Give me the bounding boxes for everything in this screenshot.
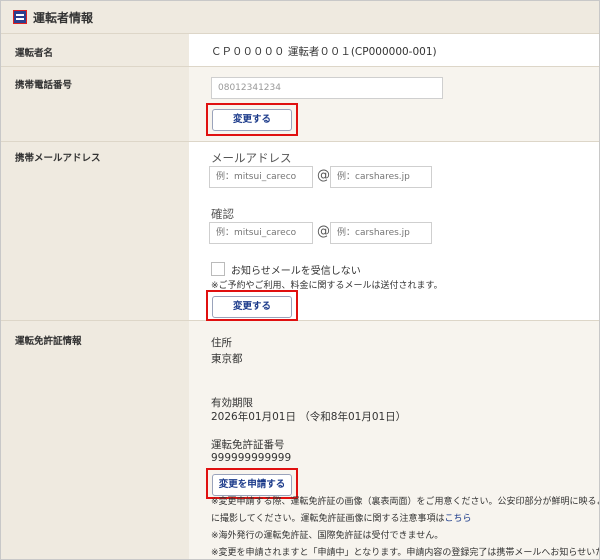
mobile-email-label: 携帯メールアドレス bbox=[15, 153, 101, 164]
license-note-1: ※変更申請する際、運転免許証の画像（裏表両面）をご用意ください。公安印部分が鮮明… bbox=[211, 497, 600, 507]
email-heading: メールアドレス bbox=[211, 151, 292, 165]
email-local-input[interactable] bbox=[209, 166, 313, 188]
notify-optout-label: お知らせメールを受信しない bbox=[231, 266, 361, 277]
section-header: 運転者情報 bbox=[1, 1, 599, 34]
confirm-domain-input[interactable] bbox=[330, 222, 432, 244]
confirm-local-input[interactable] bbox=[209, 222, 313, 244]
mobile-phone-button-highlight: 変更する bbox=[206, 103, 298, 136]
section-title: 運転者情報 bbox=[33, 10, 94, 25]
mobile-phone-label: 携帯電話番号 bbox=[15, 80, 73, 91]
driver-name-label: 運転者名 bbox=[15, 48, 54, 59]
license-expiry-label: 有効期限 bbox=[211, 397, 253, 409]
notify-optout-checkbox[interactable] bbox=[211, 262, 225, 276]
email-at-sign: @ bbox=[317, 168, 330, 183]
row-mobile-phone: 携帯電話番号 変更する bbox=[1, 67, 599, 142]
license-note-4: ※変更を申請されますと「申請中」となります。申請内容の登録完了は携帯メールへお知… bbox=[211, 548, 600, 558]
driver-info-panel: 運転者情報 運転者名 ＣＰ０００００ 運転者００１(CP000000-001) … bbox=[0, 0, 600, 560]
row-driver-name: 運転者名 ＣＰ０００００ 運転者００１(CP000000-001) bbox=[1, 34, 599, 67]
change-phone-button[interactable]: 変更する bbox=[212, 109, 292, 131]
mobile-phone-input[interactable] bbox=[211, 77, 443, 99]
list-icon bbox=[13, 10, 27, 24]
license-address-value: 東京都 bbox=[211, 353, 243, 365]
email-domain-input[interactable] bbox=[330, 166, 432, 188]
driver-name-value: ＣＰ０００００ 運転者００１(CP000000-001) bbox=[211, 46, 437, 58]
change-email-button[interactable]: 変更する bbox=[212, 296, 292, 318]
license-notes-link[interactable]: こちら bbox=[444, 514, 471, 524]
confirm-at-sign: @ bbox=[317, 224, 330, 239]
row-mobile-email: 携帯メールアドレス メールアドレス @ 確認 @ お知らせメールを受信しない ※… bbox=[1, 142, 599, 321]
apply-license-change-button[interactable]: 変更を申請する bbox=[212, 474, 292, 496]
row-license: 運転免許証情報 住所 東京都 有効期限 2026年01月01日 （令和8年01月… bbox=[1, 321, 600, 559]
license-address-label: 住所 bbox=[211, 337, 232, 349]
license-number-label: 運転免許証番号 bbox=[211, 439, 285, 451]
confirm-heading: 確認 bbox=[211, 207, 234, 221]
license-label: 運転免許証情報 bbox=[15, 336, 82, 347]
license-note-3: ※海外発行の運転免許証、国際免許証は受付できません。 bbox=[211, 531, 444, 541]
email-button-highlight: 変更する bbox=[206, 290, 298, 321]
license-number-value: 999999999999 bbox=[211, 452, 292, 464]
license-note-2: に撮影してください。運転免許証画像に関する注意事項はこちら bbox=[211, 514, 472, 524]
license-expiry-value: 2026年01月01日 （令和8年01月01日） bbox=[211, 411, 407, 423]
